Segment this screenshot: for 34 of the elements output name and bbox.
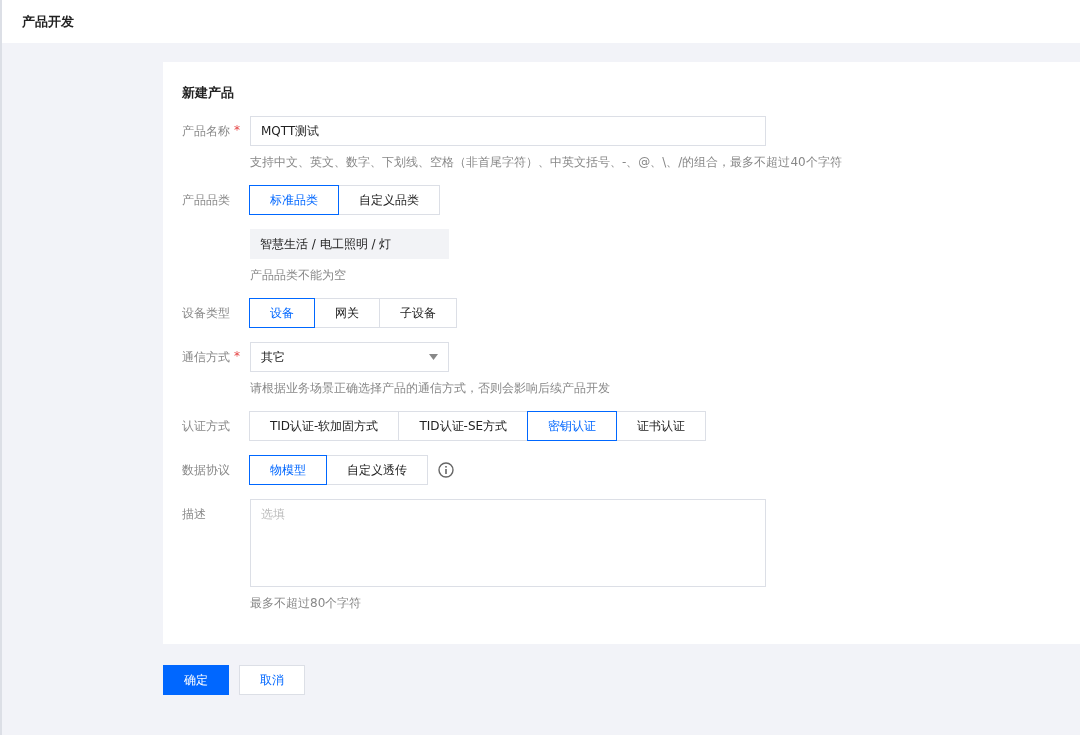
field-label: 设备类型 <box>182 305 230 322</box>
cancel-button[interactable]: 取消 <box>239 665 305 695</box>
option-button[interactable]: 物模型 <box>249 455 327 485</box>
field-label: 产品名称 <box>182 123 230 140</box>
confirm-button[interactable]: 确定 <box>163 665 229 695</box>
category-path: 智慧生活 / 电工照明 / 灯 <box>250 229 449 259</box>
select-dropdown[interactable]: 其它 <box>250 342 449 372</box>
field-label: 描述 <box>182 506 206 523</box>
caret-icon <box>429 354 438 360</box>
required-mark: * <box>234 349 240 363</box>
option-button[interactable]: 密钥认证 <box>527 411 618 441</box>
info-icon[interactable] <box>438 462 454 478</box>
option-button[interactable]: 网关 <box>314 298 380 328</box>
form-title: 新建产品 <box>182 84 235 102</box>
option-button[interactable]: 自定义透传 <box>326 455 428 485</box>
field-hint: 支持中文、英文、数字、下划线、空格（非首尾字符）、中英文括号、-、@、\、/的组合，最多不超过40个字符 <box>250 154 842 171</box>
option-button[interactable]: 设备 <box>249 298 315 328</box>
description-field[interactable]: 选填 <box>250 499 766 587</box>
option-button[interactable]: 子设备 <box>379 298 457 328</box>
option-button[interactable]: TID认证-软加固方式 <box>249 411 400 441</box>
field-label: 通信方式 <box>182 349 230 366</box>
field-label: 产品品类 <box>182 192 230 209</box>
option-button[interactable]: 证书认证 <box>616 411 707 441</box>
field-label: 认证方式 <box>182 418 230 435</box>
input-field[interactable]: MQTT测试 <box>250 116 766 146</box>
option-button[interactable]: 标准品类 <box>249 185 339 215</box>
option-button[interactable]: TID认证-SE方式 <box>398 411 529 441</box>
page-title: 产品开发 <box>22 12 74 31</box>
field-hint: 请根据业务场景正确选择产品的通信方式，否则会影响后续产品开发 <box>250 380 610 397</box>
field-hint: 最多不超过80个字符 <box>250 595 362 612</box>
field-label: 数据协议 <box>182 462 230 479</box>
field-hint: 产品品类不能为空 <box>250 267 346 284</box>
option-button[interactable]: 自定义品类 <box>338 185 440 215</box>
required-mark: * <box>234 123 240 137</box>
